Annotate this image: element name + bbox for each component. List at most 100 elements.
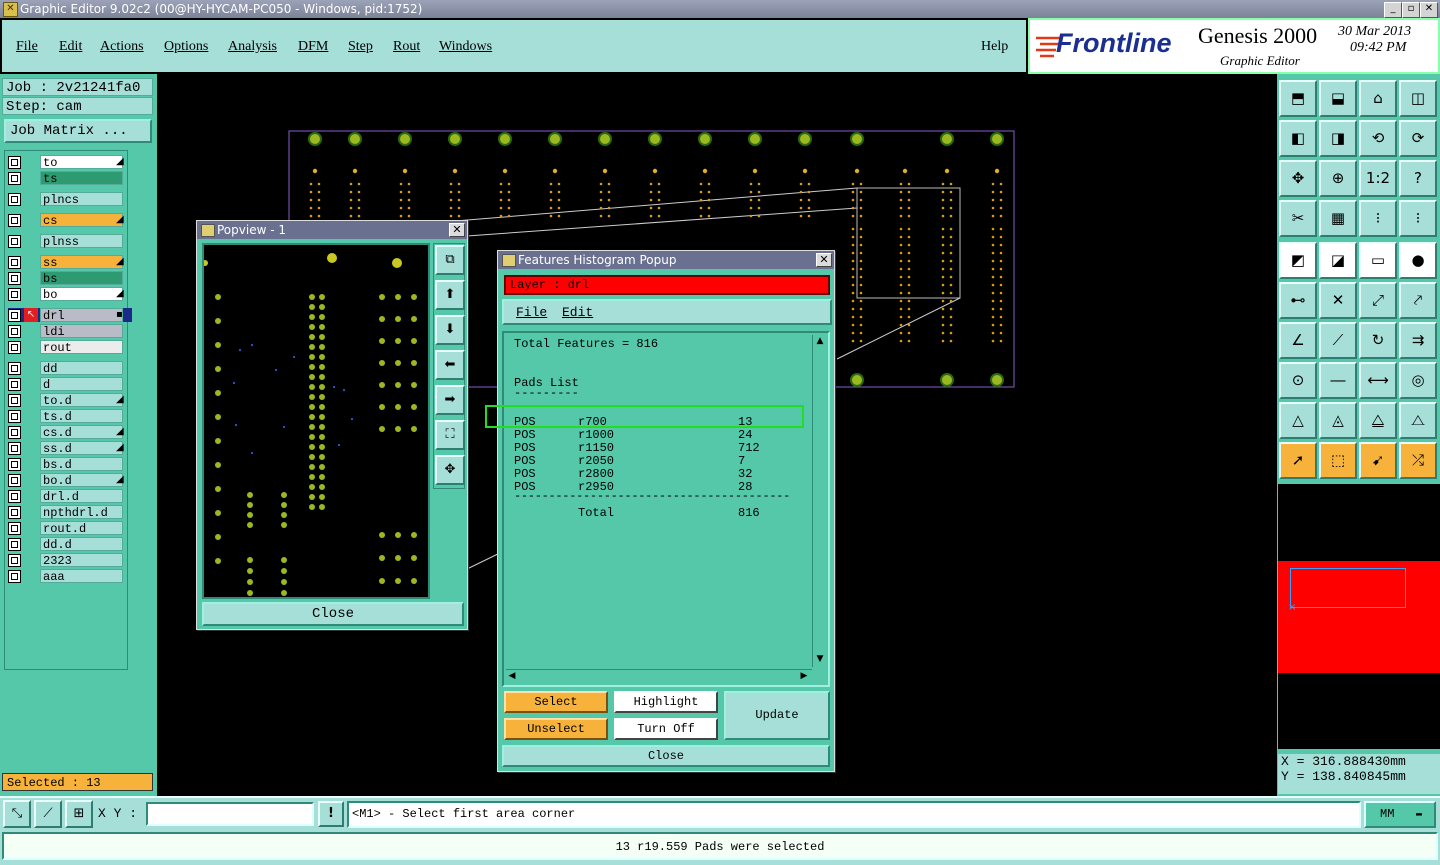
- layer-row-bo[interactable]: bo ◢: [8, 287, 124, 302]
- move-icon[interactable]: ⤢: [1359, 282, 1397, 319]
- layer-row-drl-d[interactable]: drl.d: [8, 489, 124, 504]
- pointer-icon[interactable]: ➚: [1279, 442, 1317, 479]
- layer-checkbox[interactable]: [8, 256, 21, 269]
- popview-close-x-button[interactable]: ✕: [449, 223, 465, 237]
- layer-checkbox[interactable]: [8, 490, 21, 503]
- menu-rout[interactable]: Rout: [393, 39, 420, 55]
- layer-checkbox[interactable]: [8, 458, 21, 471]
- zoom-ratio-icon[interactable]: 1:2: [1359, 160, 1397, 197]
- layer-checkbox[interactable]: [8, 341, 21, 354]
- pointer2-icon[interactable]: ➹: [1359, 442, 1397, 479]
- layer-checkbox[interactable]: [8, 570, 21, 583]
- pan-left-icon[interactable]: ◧: [1279, 120, 1317, 157]
- layer-tool2-icon[interactable]: ⁝: [1399, 200, 1437, 237]
- exclaim-button[interactable]: !: [318, 801, 344, 827]
- zoom-center-icon[interactable]: ⊕: [1319, 160, 1357, 197]
- layer-name[interactable]: ss.d: [40, 441, 123, 456]
- layer-name[interactable]: bo.d: [40, 473, 123, 488]
- layer-row-plncs[interactable]: plncs: [8, 192, 124, 207]
- zoom-fit-icon[interactable]: ✥: [1279, 160, 1317, 197]
- popview-pan-right-icon[interactable]: ➡: [435, 385, 465, 415]
- layer-checkbox[interactable]: [8, 426, 21, 439]
- layer-name[interactable]: ss: [40, 255, 123, 270]
- layer-row-cs[interactable]: cs ◢: [8, 213, 124, 228]
- layer-row-ts-d[interactable]: ts.d: [8, 409, 124, 424]
- window-icon[interactable]: ◫: [1399, 80, 1437, 117]
- layer-row-plnss[interactable]: plnss: [8, 234, 124, 249]
- menu-step[interactable]: Step: [348, 39, 373, 55]
- minimize-button[interactable]: _: [1384, 2, 1402, 18]
- zoom-window-icon[interactable]: ⤡: [3, 800, 31, 828]
- update-button[interactable]: Update: [724, 691, 830, 740]
- cut-icon[interactable]: ―: [1319, 362, 1357, 399]
- popview-pan-up-icon[interactable]: ⬆: [435, 280, 465, 310]
- layer-name[interactable]: 2323: [40, 553, 123, 568]
- ruler-icon[interactable]: ▭: [1359, 242, 1397, 279]
- mirror-icon[interactable]: ⇉: [1399, 322, 1437, 359]
- copy-icon[interactable]: ⤤: [1399, 282, 1437, 319]
- popview-pan-down-icon[interactable]: ⬇: [435, 315, 465, 345]
- layer-row-bs[interactable]: bs: [8, 271, 124, 286]
- menu-edit[interactable]: Edit: [59, 39, 82, 55]
- home-icon[interactable]: ⌂: [1359, 80, 1397, 117]
- highlight-button[interactable]: Highlight: [614, 691, 718, 713]
- layer-row-ldi[interactable]: ldi: [8, 324, 124, 339]
- layer-checkbox[interactable]: [8, 442, 21, 455]
- menu-help[interactable]: Help: [981, 39, 1008, 55]
- layer-name[interactable]: to: [40, 155, 123, 170]
- layer-row-to[interactable]: to ◢: [8, 155, 124, 170]
- layer-row-rout-d[interactable]: rout.d: [8, 521, 124, 536]
- add-line-icon[interactable]: ◪: [1319, 242, 1357, 279]
- triangle-icon[interactable]: △: [1279, 402, 1317, 439]
- resize-icon[interactable]: ⟷: [1359, 362, 1397, 399]
- layer-name[interactable]: aaa: [40, 569, 123, 584]
- layer-name[interactable]: plnss: [40, 234, 123, 249]
- menu-actions[interactable]: Actions: [100, 39, 144, 55]
- snap-icon[interactable]: ⊙: [1279, 362, 1317, 399]
- save-icon[interactable]: ⬓: [1319, 80, 1357, 117]
- layer-checkbox[interactable]: [8, 410, 21, 423]
- popview-pan-left-icon[interactable]: ⬅: [435, 350, 465, 380]
- histogram-menu-file[interactable]: File: [516, 305, 547, 320]
- layer-checkbox[interactable]: [8, 522, 21, 535]
- delete-icon[interactable]: ✕: [1319, 282, 1357, 319]
- select-button[interactable]: Select: [504, 691, 608, 713]
- popview-zoom-fit-icon[interactable]: ⛶: [435, 420, 465, 450]
- unselect-button[interactable]: Unselect: [504, 718, 608, 740]
- layer-name[interactable]: rout: [40, 340, 123, 355]
- arc-icon[interactable]: ⧋: [1359, 402, 1397, 439]
- units-select[interactable]: MM ▬: [1364, 801, 1436, 828]
- layer-row-ss-d[interactable]: ss.d ◢: [8, 441, 124, 456]
- snip-icon[interactable]: ✂: [1279, 200, 1317, 237]
- layer-name[interactable]: ts.d: [40, 409, 123, 424]
- scroll-right-icon[interactable]: ▶: [798, 670, 810, 682]
- vertical-scrollbar[interactable]: ▲ ▼: [812, 335, 826, 667]
- layer-checkbox[interactable]: [8, 272, 21, 285]
- layer-row-npthdrl-d[interactable]: npthdrl.d: [8, 505, 124, 520]
- grid-snap-icon[interactable]: ⊞: [65, 800, 93, 828]
- layer-checkbox[interactable]: [8, 325, 21, 338]
- scroll-down-icon[interactable]: ▼: [814, 653, 826, 665]
- group-icon[interactable]: ◎: [1399, 362, 1437, 399]
- layer-checkbox[interactable]: [8, 214, 21, 227]
- layer-row-aaa[interactable]: aaa: [8, 569, 124, 584]
- layer-row-bo-d[interactable]: bo.d ◢: [8, 473, 124, 488]
- histogram-close-x-button[interactable]: ✕: [816, 253, 832, 267]
- layer-name[interactable]: d: [40, 377, 123, 392]
- layer-checkbox[interactable]: [8, 394, 21, 407]
- layer-row-cs-d[interactable]: cs.d ◢: [8, 425, 124, 440]
- menu-options[interactable]: Options: [164, 39, 208, 55]
- layer-row-dd-d[interactable]: dd.d: [8, 537, 124, 552]
- histogram-menu-edit[interactable]: Edit: [562, 305, 593, 320]
- layer-name[interactable]: to.d: [40, 393, 123, 408]
- layer-row-2323[interactable]: 2323: [8, 553, 124, 568]
- measure-icon[interactable]: ⟋: [34, 800, 62, 828]
- help-icon[interactable]: ?: [1399, 160, 1437, 197]
- layer-checkbox[interactable]: [8, 193, 21, 206]
- layer-checkbox[interactable]: [8, 474, 21, 487]
- scroll-up-icon[interactable]: ▲: [814, 335, 826, 347]
- layer-name[interactable]: cs.d: [40, 425, 123, 440]
- route-icon[interactable]: ⤮: [1399, 442, 1437, 479]
- layer-name[interactable]: rout.d: [40, 521, 123, 536]
- arc2-icon[interactable]: ⧍: [1399, 402, 1437, 439]
